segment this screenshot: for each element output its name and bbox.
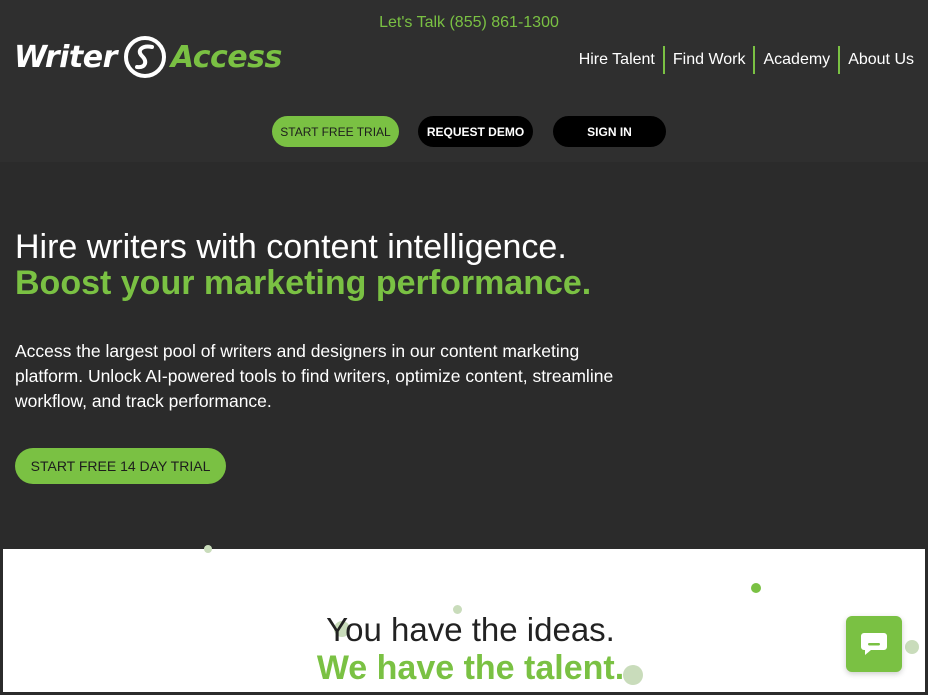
phone-link[interactable]: Let's Talk (855) 861-1300: [0, 14, 928, 32]
page-edge: [0, 549, 3, 695]
nav-find-work[interactable]: Find Work: [665, 46, 754, 74]
header-button-row: START FREE TRIAL REQUEST DEMO SIGN IN: [0, 116, 928, 147]
writeraccess-logo[interactable]: Writer Access: [14, 34, 282, 80]
hero-description: Access the largest pool of writers and d…: [15, 341, 614, 411]
chat-bubble-icon: [861, 633, 887, 655]
nav-academy[interactable]: Academy: [755, 46, 838, 74]
decorative-dot: [204, 545, 212, 553]
talent-section: You have the ideas. We have the talent.: [3, 545, 925, 695]
logo-word-access: Access: [170, 39, 282, 75]
start-free-14-day-trial-button[interactable]: START FREE 14 DAY TRIAL: [15, 448, 226, 484]
request-demo-button[interactable]: REQUEST DEMO: [418, 116, 533, 147]
site-header: Let's Talk (855) 861-1300 Writer Access …: [0, 0, 928, 162]
logo-mark-icon: [123, 36, 166, 78]
nav-about-us[interactable]: About Us: [840, 46, 914, 74]
main-nav: Hire Talent Find Work Academy About Us: [571, 46, 914, 74]
sign-in-button[interactable]: SIGN IN: [553, 116, 666, 147]
nav-hire-talent[interactable]: Hire Talent: [571, 46, 663, 74]
logo-word-writer: Writer: [14, 39, 117, 75]
chat-widget-button[interactable]: [846, 616, 902, 672]
decorative-dot: [751, 583, 761, 593]
hero-section: Hire writers with content intelligence. …: [0, 162, 928, 550]
ideas-heading: You have the ideas.: [326, 611, 615, 648]
hero-subheadline: Boost your marketing performance.: [15, 264, 592, 302]
hero-headline: Hire writers with content intelligence.: [15, 228, 567, 266]
start-free-trial-button[interactable]: START FREE TRIAL: [272, 116, 399, 147]
talent-heading: We have the talent.: [316, 649, 625, 687]
